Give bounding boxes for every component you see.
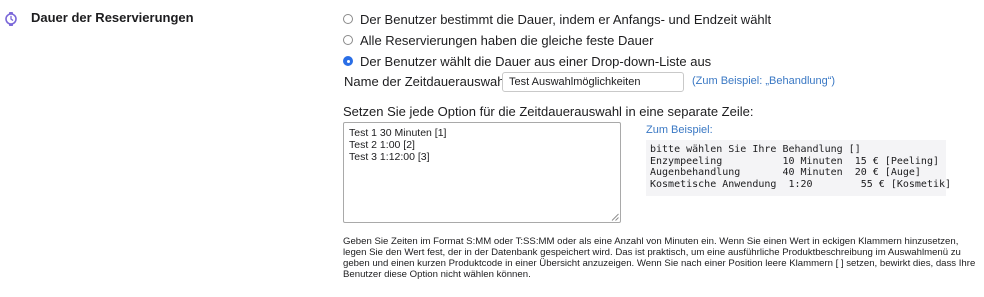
options-textarea[interactable]: Test 1 30 Minuten [1] Test 2 1:00 [2] Te…	[343, 122, 621, 223]
example-line: Enzympeeling 10 Minuten 15 € [Peeling]	[650, 155, 939, 167]
radio-label: Der Benutzer bestimmt die Dauer, indem e…	[360, 11, 772, 27]
example-link[interactable]: Zum Beispiel:	[646, 124, 713, 136]
resize-grip-icon[interactable]	[611, 213, 619, 221]
help-text: Geben Sie Zeiten im Format S:MM oder T:S…	[343, 236, 976, 280]
radio-button-selected[interactable]	[343, 56, 353, 66]
example-line: Augenbehandlung 40 Minuten 20 € [Auge]	[650, 167, 921, 178]
options-label: Setzen Sie jede Option für die Zeitdauer…	[343, 104, 754, 119]
stopwatch-icon	[5, 12, 17, 26]
section-title: Dauer der Reservierungen	[31, 10, 194, 25]
selection-name-label: Name der Zeitdauerauswahl:	[344, 74, 511, 89]
selection-name-input[interactable]	[502, 72, 684, 92]
selection-name-hint: (Zum Beispiel: „Behandlung“)	[692, 75, 836, 87]
radio-button[interactable]	[343, 35, 353, 45]
radio-label: Alle Reservierungen haben die gleiche fe…	[360, 32, 654, 48]
example-box: bitte wählen Sie Ihre Behandlung [] Enzy…	[646, 140, 951, 196]
duration-option-fixed[interactable]: Alle Reservierungen haben die gleiche fe…	[343, 32, 653, 48]
radio-label: Der Benutzer wählt die Dauer aus einer D…	[360, 53, 712, 69]
duration-option-dropdown[interactable]: Der Benutzer wählt die Dauer aus einer D…	[343, 53, 711, 69]
example-line: bitte wählen Sie Ihre Behandlung []	[650, 144, 861, 155]
radio-button[interactable]	[343, 14, 353, 24]
duration-option-start-end[interactable]: Der Benutzer bestimmt die Dauer, indem e…	[343, 11, 771, 27]
example-line: Kosmetische Anwendung 1:20 55 € [Kosmeti…	[650, 178, 952, 190]
